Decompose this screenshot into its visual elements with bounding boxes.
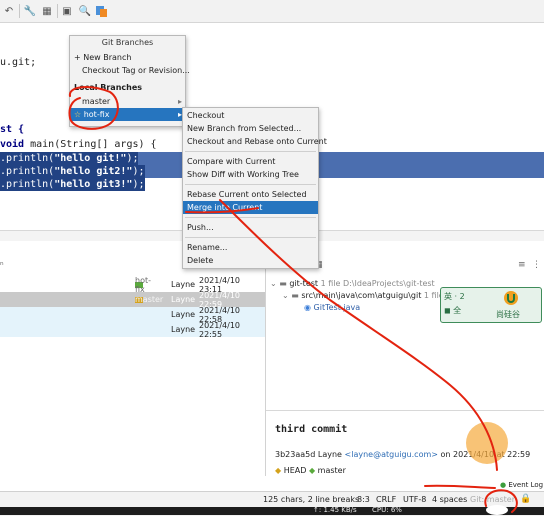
annotation-circle-hot-fix: [68, 86, 119, 130]
annotation-arrow-line: [219, 199, 498, 471]
annotation-underline-merge: [185, 207, 259, 214]
annotation-circle-branch: [484, 489, 518, 513]
red-annotation-overlay: [68, 86, 518, 513]
annotation-underline-branch: [424, 484, 496, 489]
